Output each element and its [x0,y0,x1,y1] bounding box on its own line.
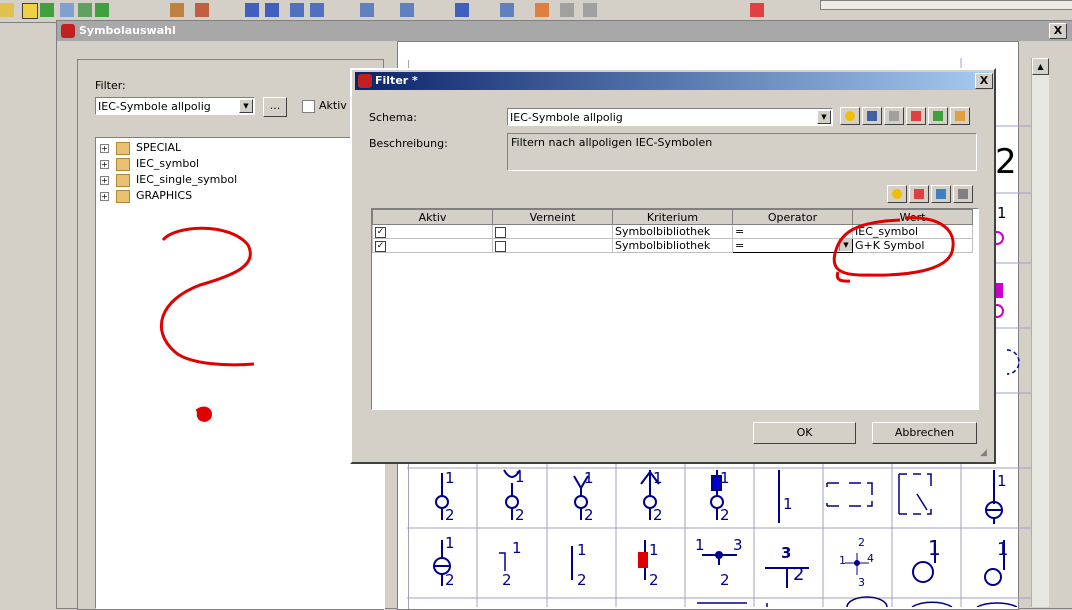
hand-drawn-mark [195,406,212,422]
hand-drawn-mark [159,226,255,367]
hand-drawn-mark [832,216,955,283]
red-annotation-layer [159,216,955,422]
